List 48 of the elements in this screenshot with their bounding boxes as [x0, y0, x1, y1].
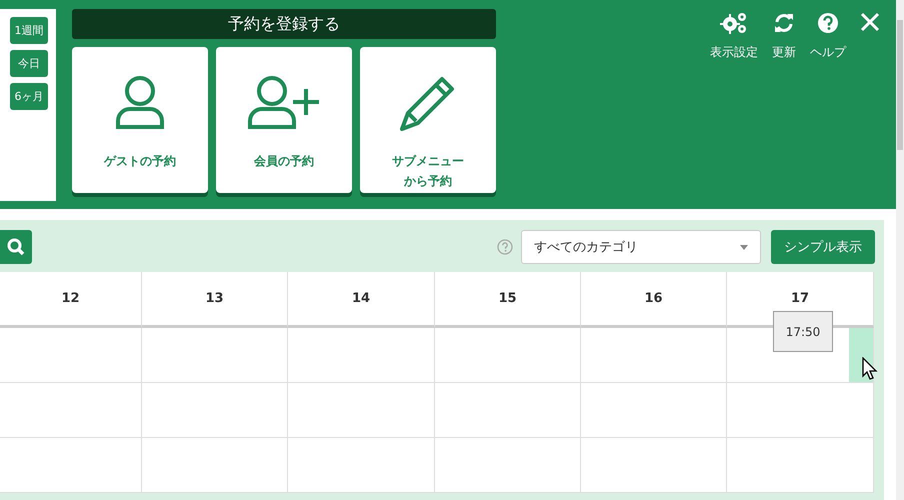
calendar-cell[interactable] [581, 383, 727, 438]
close-icon [860, 12, 880, 32]
reservation-card[interactable]: サブメニューから予約 [360, 47, 496, 193]
calendar-cell[interactable] [435, 438, 581, 493]
time-tooltip: 17:50 [773, 311, 833, 352]
calendar-cell[interactable] [581, 328, 727, 383]
person-icon [114, 75, 166, 131]
gears-icon [720, 12, 748, 34]
person-add-icon [248, 75, 320, 131]
calendar-cell[interactable] [142, 438, 288, 493]
calendar-cell[interactable] [435, 328, 581, 383]
header-action[interactable]: ヘルプ [810, 12, 846, 61]
search-icon [7, 238, 25, 256]
calendar-cell[interactable] [581, 438, 727, 493]
cursor-icon [862, 357, 878, 381]
calendar-cell[interactable] [0, 328, 142, 383]
reservation-card[interactable]: ゲストの予約 [72, 47, 208, 193]
header-action[interactable]: 表示設定 [710, 12, 758, 61]
help-icon[interactable] [497, 239, 513, 255]
view-button[interactable]: 6ヶ月 [10, 83, 48, 110]
calendar-cell[interactable] [288, 438, 435, 493]
simple-view-button[interactable]: シンプル表示 [771, 230, 875, 264]
close-button[interactable] [860, 12, 880, 32]
day-header: 15 [435, 272, 581, 328]
reservation-card[interactable]: 会員の予約 [216, 47, 352, 193]
view-button[interactable]: 今日 [10, 50, 48, 77]
calendar-cell[interactable] [0, 383, 142, 438]
calendar-cell[interactable] [0, 438, 142, 493]
search-button[interactable] [0, 230, 32, 264]
calendar-cell[interactable] [142, 383, 288, 438]
help-icon [817, 12, 839, 34]
calendar-cell[interactable] [435, 383, 581, 438]
caret-icon [740, 244, 748, 250]
day-header: 16 [581, 272, 727, 328]
day-header: 13 [142, 272, 288, 328]
day-header: 14 [288, 272, 435, 328]
refresh-icon [773, 12, 795, 34]
day-header: 12 [0, 272, 142, 328]
calendar-cell[interactable] [288, 383, 435, 438]
scrollbar-thumb[interactable] [897, 20, 903, 150]
calendar-cell[interactable] [727, 383, 874, 438]
calendar-cell[interactable] [727, 438, 874, 493]
register-title: 予約を登録する [72, 9, 496, 39]
calendar-cell[interactable] [142, 328, 288, 383]
header-action[interactable]: 更新 [772, 12, 796, 61]
calendar-cell[interactable] [288, 328, 435, 383]
category-select[interactable]: すべてのカテゴリ [521, 230, 761, 264]
view-button[interactable]: 1週間 [10, 17, 48, 44]
